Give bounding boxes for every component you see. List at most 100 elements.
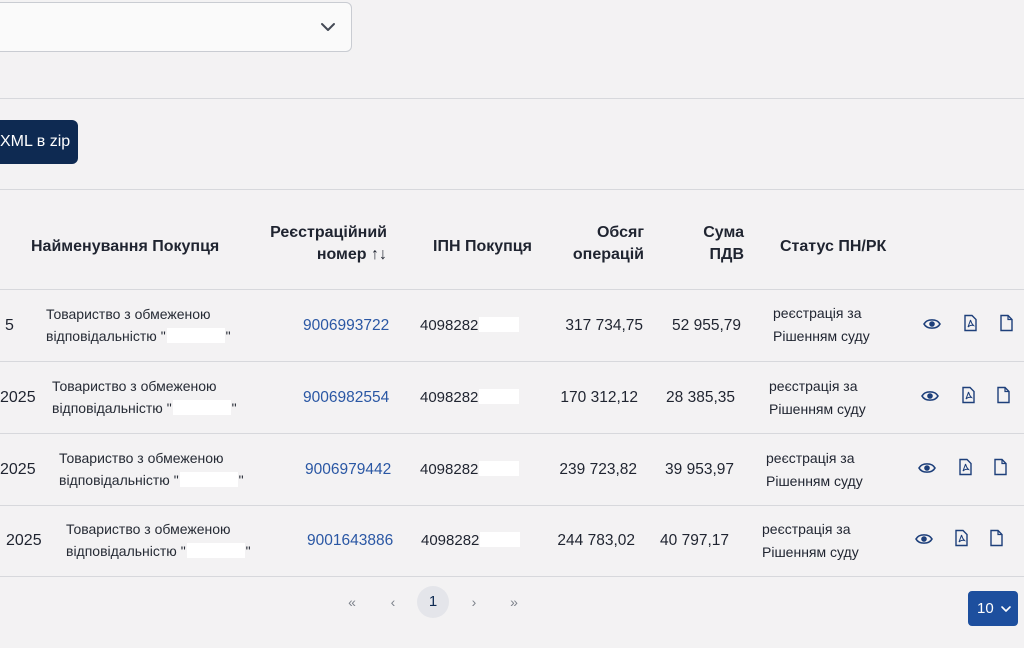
buyer-name-line1: Товариство з обмеженою	[52, 378, 217, 394]
document-icon[interactable]	[997, 314, 1015, 332]
row-buyer-name: Товариство з обмеженою відповідальністю …	[59, 447, 244, 491]
buyer-name-line1: Товариство з обмеженою	[59, 450, 224, 466]
export-xml-zip-button[interactable]: XML в zip	[0, 120, 78, 164]
ipn-value: 4098282	[420, 317, 479, 334]
eye-icon[interactable]	[923, 315, 941, 333]
header-reg-number-line2: номер	[316, 246, 367, 263]
row-status: реєстрація за Рішенням суду	[769, 375, 866, 421]
status-line1: реєстрація за	[773, 305, 862, 321]
per-page-value: 10	[977, 600, 994, 617]
row-buyer-ipn: 4098282	[420, 315, 520, 337]
table-row: 5 Товариство з обмеженою відповідальніст…	[0, 290, 1024, 362]
row-buyer-ipn: 4098282	[420, 459, 520, 481]
row-status: реєстрація за Рішенням суду	[766, 447, 863, 493]
pdf-file-icon[interactable]	[952, 529, 970, 547]
header-volume-line1: Обсяг	[596, 224, 644, 241]
eye-icon[interactable]	[915, 530, 933, 548]
status-line1: реєстрація за	[769, 378, 858, 394]
buyer-name-line2: відповідальністю "	[52, 400, 172, 416]
row-vat: 40 797,17	[660, 532, 729, 549]
header-vat-line2: ПДВ	[709, 246, 744, 263]
buyer-name-line1: Товариство з обмеженою	[66, 521, 231, 537]
header-status: Статус ПН/РК	[780, 238, 887, 255]
row-volume: 317 734,75	[565, 317, 643, 334]
status-line1: реєстрація за	[762, 521, 851, 537]
buyer-name-line2: відповідальністю "	[46, 328, 166, 344]
buyer-name-quote: "	[245, 543, 251, 559]
sort-icon[interactable]: ↑↓	[371, 246, 387, 263]
buyer-name-line1: Товариство з обмеженою	[46, 306, 211, 322]
last-page-button[interactable]: »	[504, 586, 524, 618]
row-date: 2025	[0, 389, 36, 406]
page-1-button[interactable]: 1	[417, 586, 449, 618]
prev-page-button[interactable]: ‹	[383, 586, 403, 618]
buyer-name-quote: "	[238, 472, 244, 488]
row-date: 2025	[6, 532, 42, 549]
pdf-file-icon[interactable]	[956, 458, 974, 476]
reg-number-link[interactable]: 9006979442	[305, 459, 391, 481]
reg-number-link[interactable]: 9001643886	[307, 530, 393, 552]
divider	[0, 189, 1024, 190]
redacted-block	[479, 461, 520, 476]
row-buyer-name: Товариство з обмеженою відповідальністю …	[66, 518, 251, 562]
buyer-name-quote: "	[231, 400, 237, 416]
eye-icon[interactable]	[921, 387, 939, 405]
row-vat: 52 955,79	[672, 317, 741, 334]
redacted-block	[479, 389, 520, 404]
ipn-value: 4098282	[420, 389, 479, 406]
next-page-button[interactable]: ›	[464, 586, 484, 618]
redacted-block	[186, 543, 245, 558]
pdf-file-icon[interactable]	[961, 314, 979, 332]
header-vat: Сума ПДВ	[690, 222, 744, 266]
status-line2: Рішенням суду	[773, 328, 870, 344]
reg-number-link[interactable]: 9006982554	[303, 387, 389, 409]
row-buyer-ipn: 4098282	[421, 530, 521, 552]
row-buyer-name: Товариство з обмеженою відповідальністю …	[46, 303, 231, 347]
header-buyer-ipn: ІПН Покупця	[433, 238, 532, 255]
row-date: 5	[5, 317, 14, 334]
ipn-value: 4098282	[420, 461, 479, 478]
redacted-block	[172, 400, 231, 415]
document-icon[interactable]	[994, 386, 1012, 404]
filter-dropdown[interactable]	[0, 2, 352, 52]
redacted-block	[480, 532, 521, 547]
status-line2: Рішенням суду	[769, 401, 866, 417]
redacted-block	[166, 328, 225, 343]
header-buyer-name: Найменування Покупця	[31, 238, 220, 255]
table-row: 2025 Товариство з обмеженою відповідальн…	[0, 506, 1024, 578]
header-volume-line2: операцій	[572, 246, 644, 263]
status-line2: Рішенням суду	[762, 544, 859, 560]
row-vat: 28 385,35	[666, 389, 735, 406]
header-reg-number-line1: Реєстраційний	[270, 224, 387, 241]
header-reg-number[interactable]: Реєстраційний номер ↑↓	[270, 222, 387, 266]
reg-number-link[interactable]: 9006993722	[303, 315, 389, 337]
document-icon[interactable]	[991, 458, 1009, 476]
chevron-down-icon	[1001, 606, 1011, 612]
row-volume: 170 312,12	[560, 389, 638, 406]
row-status: реєстрація за Рішенням суду	[762, 518, 859, 564]
buyer-name-line2: відповідальністю "	[66, 543, 186, 559]
redacted-block	[179, 472, 238, 487]
per-page-select[interactable]: 10	[968, 591, 1018, 626]
buyer-name-line2: відповідальністю "	[59, 472, 179, 488]
row-vat: 39 953,97	[665, 461, 734, 478]
row-volume: 239 723,82	[559, 461, 637, 478]
divider	[0, 98, 1024, 99]
status-line1: реєстрація за	[766, 450, 855, 466]
row-buyer-ipn: 4098282	[420, 387, 520, 409]
chevron-down-icon	[321, 23, 335, 31]
table-row: 2025 Товариство з обмеженою відповідальн…	[0, 362, 1024, 434]
row-buyer-name: Товариство з обмеженою відповідальністю …	[52, 375, 237, 419]
eye-icon[interactable]	[918, 459, 936, 477]
ipn-value: 4098282	[421, 532, 480, 549]
row-status: реєстрація за Рішенням суду	[773, 302, 870, 348]
header-vat-line1: Сума	[703, 224, 744, 241]
row-volume: 244 783,02	[557, 532, 635, 549]
first-page-button[interactable]: «	[342, 586, 362, 618]
redacted-block	[479, 317, 520, 332]
header-volume: Обсяг операцій	[560, 222, 644, 266]
pdf-file-icon[interactable]	[959, 386, 977, 404]
buyer-name-quote: "	[225, 328, 231, 344]
status-line2: Рішенням суду	[766, 473, 863, 489]
document-icon[interactable]	[987, 529, 1005, 547]
